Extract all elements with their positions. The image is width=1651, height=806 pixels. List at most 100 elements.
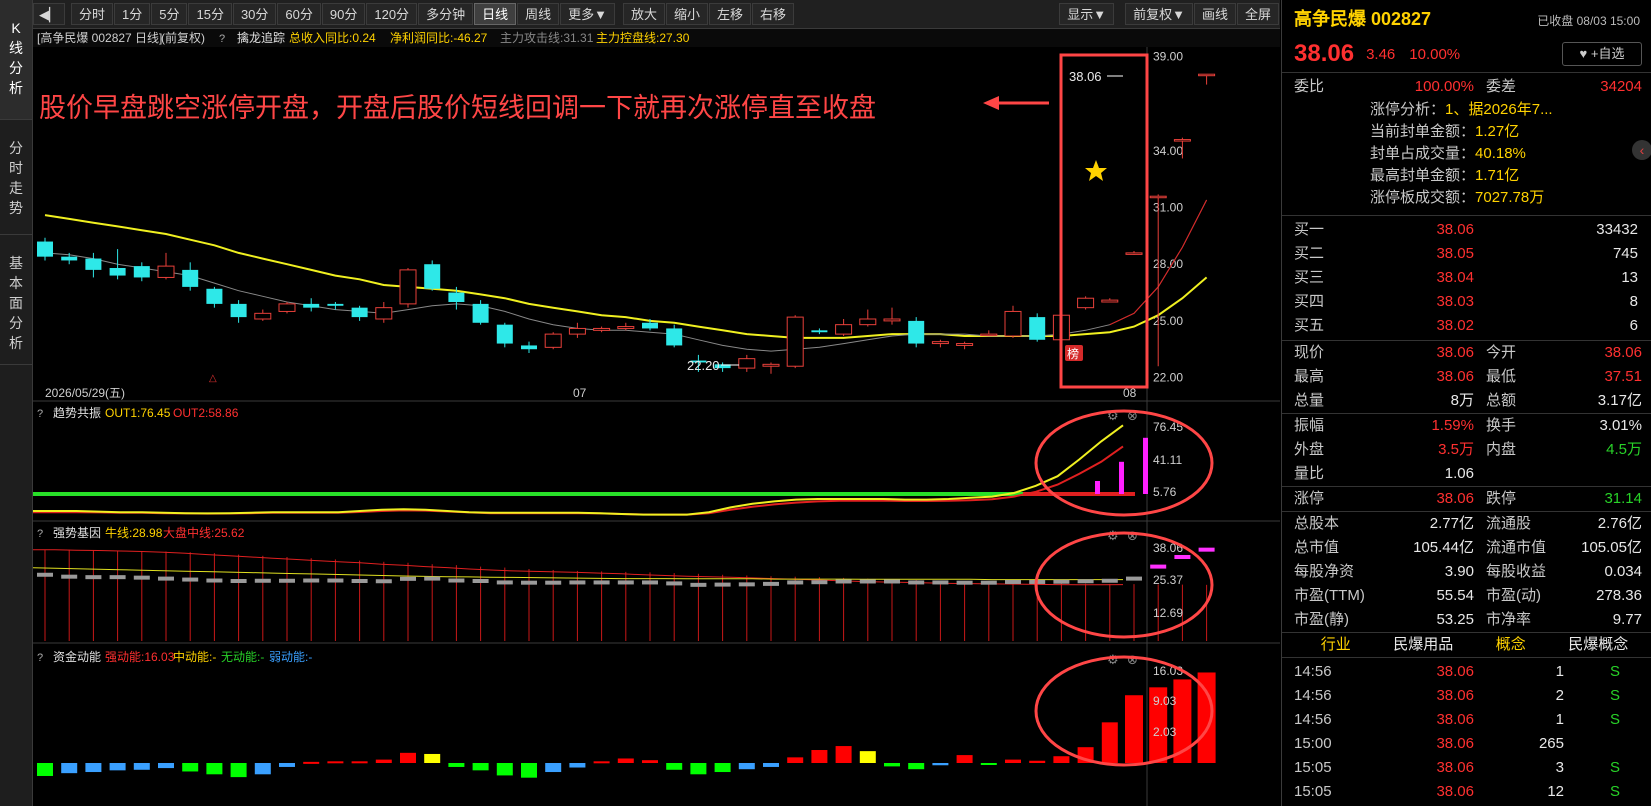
kline-chart-svg[interactable]: [高争民爆 002827 日线] (前复权) ? 擒龙追踪 总收入同比:0.24… xyxy=(33,29,1280,806)
gene-mark xyxy=(593,580,610,585)
playback-icon[interactable]: ◀▏ xyxy=(33,3,65,25)
price-change: 3.46 xyxy=(1366,45,1396,63)
period-button[interactable]: 90分 xyxy=(321,3,366,25)
add-watchlist-button[interactable]: ♥ +自选 xyxy=(1562,42,1642,66)
panel-title-gene[interactable]: 强势基因 xyxy=(53,526,101,540)
panel-title-fund[interactable]: 资金动能 xyxy=(53,649,101,664)
fund-bar xyxy=(642,760,658,763)
annotation-text: 股价早盘跳空涨停开盘，开盘后股价短线回调一下就再次涨停直至收盘 xyxy=(39,93,876,123)
tick-volume: 2 xyxy=(1555,687,1564,704)
tick-time: 14:56 xyxy=(1294,687,1332,704)
period-button[interactable]: 多分钟 xyxy=(418,3,474,25)
candle-body xyxy=(980,333,998,337)
tab-fundamental-analysis[interactable]: 基 本 面 分 析 xyxy=(0,235,32,365)
gene-mark xyxy=(109,575,126,580)
period-button[interactable]: 1分 xyxy=(114,3,151,25)
adjust-dropdown[interactable]: 前复权▼ xyxy=(1125,3,1193,25)
period-button[interactable]: 周线 xyxy=(517,3,560,25)
move-right-button[interactable]: 右移 xyxy=(752,3,795,25)
close-icon[interactable]: ⊗ xyxy=(1127,528,1138,543)
candle-body xyxy=(859,318,877,326)
move-left-button[interactable]: 左移 xyxy=(709,3,752,25)
zt-line: 涨停板成交额：7027.78万 xyxy=(1370,189,1545,206)
stat-row: 市盈(静) 53.25 市净率 9.77 xyxy=(1282,608,1651,632)
candle-body xyxy=(472,303,489,323)
period-button[interactable]: 120分 xyxy=(366,3,418,25)
help-icon[interactable]: ? xyxy=(37,652,43,664)
stat-label: 每股净资 xyxy=(1294,563,1355,580)
industry-value[interactable]: 民爆用品 xyxy=(1380,633,1468,657)
bid-volume: 6 xyxy=(1629,317,1638,334)
candle-body xyxy=(327,303,344,306)
bid-price: 38.05 xyxy=(1436,245,1474,262)
period-button[interactable]: 60分 xyxy=(277,3,321,25)
help-icon[interactable]: ? xyxy=(219,33,225,45)
order-book-row[interactable]: 买五 38.02 6 xyxy=(1282,314,1651,338)
gene-mark xyxy=(158,576,174,581)
stat-label xyxy=(1474,462,1568,486)
stat-value: 278.36 xyxy=(1596,587,1642,604)
period-button[interactable]: 5分 xyxy=(151,3,188,25)
y-axis-label: 39.00 xyxy=(1153,49,1183,63)
gene-mark xyxy=(375,579,392,584)
gene-mark xyxy=(956,580,973,585)
stat-row: 最高 38.06 最低 37.51 xyxy=(1282,365,1651,389)
more-periods-dropdown[interactable]: 更多▼ xyxy=(560,3,615,25)
fund-bar xyxy=(617,758,634,763)
tab-intraday-trend[interactable]: 分 时 走 势 xyxy=(0,120,32,235)
period-button[interactable]: 15分 xyxy=(188,3,232,25)
candle-body xyxy=(593,327,611,331)
zoom-out-button[interactable]: 缩小 xyxy=(666,3,709,25)
gene-mark xyxy=(908,580,925,585)
close-icon[interactable]: ⊗ xyxy=(1127,652,1138,667)
candle-body xyxy=(617,326,635,329)
order-book-row[interactable]: 买三 38.04 13 xyxy=(1282,266,1651,290)
gene-mark xyxy=(424,576,441,581)
tick-list[interactable]: 14:56 38.06 1 S 14:56 38.06 2 S 14:56 38.06 1 S 15:0… xyxy=(1282,660,1651,804)
period-button-daily[interactable]: 日线 xyxy=(474,3,517,25)
stat-value: 31.14 xyxy=(1604,490,1642,507)
candle-body xyxy=(424,264,441,289)
indicator-name[interactable]: 擒龙追踪 xyxy=(237,30,285,45)
industry-label: 行业 xyxy=(1320,636,1351,653)
star-icon[interactable] xyxy=(1085,160,1107,181)
zoom-in-button[interactable]: 放大 xyxy=(622,3,665,25)
order-book-row[interactable]: 买一 38.06 33432 xyxy=(1282,218,1651,242)
stat-label: 换手 xyxy=(1486,417,1517,434)
help-icon[interactable]: ? xyxy=(37,408,43,420)
limit-up-analysis[interactable]: 涨停分析：1、据2026年7... 当前封单金额：1.27亿 封单占成交量：40… xyxy=(1282,99,1651,209)
chart-area[interactable]: [高争民爆 002827 日线] (前复权) ? 擒龙追踪 总收入同比:0.24… xyxy=(33,29,1280,806)
order-book-row[interactable]: 买四 38.03 8 xyxy=(1282,290,1651,314)
candle-body xyxy=(496,324,513,344)
panel-title-trend[interactable]: 趋势共振 xyxy=(53,406,101,420)
order-book-row[interactable]: 买二 38.05 745 xyxy=(1282,242,1651,266)
fullscreen-button[interactable]: 全屏 xyxy=(1236,3,1279,25)
fund-bar xyxy=(1053,756,1070,763)
collapse-panel-icon[interactable]: ‹ xyxy=(1632,140,1651,160)
gear-icon[interactable]: ⚙ xyxy=(1107,528,1119,543)
order-book: 买一 38.06 33432 买二 38.05 745 买三 38.04 13 买四 38.03 8 买… xyxy=(1282,218,1651,338)
tick-time: 14:56 xyxy=(1294,663,1332,680)
tick-price: 38.06 xyxy=(1436,735,1474,752)
concept-value[interactable]: 民爆概念 xyxy=(1555,633,1643,657)
draw-line-button[interactable]: 画线 xyxy=(1193,3,1236,25)
help-icon[interactable]: ? xyxy=(37,528,43,540)
candle-body xyxy=(1198,73,1216,77)
period-button[interactable]: 分时 xyxy=(71,3,114,25)
stat-value: 38.06 xyxy=(1436,490,1474,507)
stat-value: 3.5万 xyxy=(1438,441,1474,458)
tab-kline-analysis[interactable]: K 线 分 析 xyxy=(0,0,32,120)
stat-label: 市盈(静) xyxy=(1294,611,1349,628)
period-button[interactable]: 30分 xyxy=(232,3,277,25)
y-axis-label: 41.11 xyxy=(1153,453,1182,467)
display-dropdown[interactable]: 显示▼ xyxy=(1059,3,1115,25)
gene-mark xyxy=(811,580,828,585)
stat-row: 每股净资 3.90 每股收益 0.034 xyxy=(1282,560,1651,584)
gene-mark xyxy=(61,574,78,579)
fund-bar xyxy=(690,763,707,775)
event-marker-icon[interactable]: △ xyxy=(209,373,217,384)
stat-row: 涨停 38.06 跌停 31.14 xyxy=(1282,487,1651,511)
gear-icon[interactable]: ⚙ xyxy=(1107,652,1119,667)
gene-mark xyxy=(254,578,271,583)
candle-body xyxy=(399,269,417,305)
